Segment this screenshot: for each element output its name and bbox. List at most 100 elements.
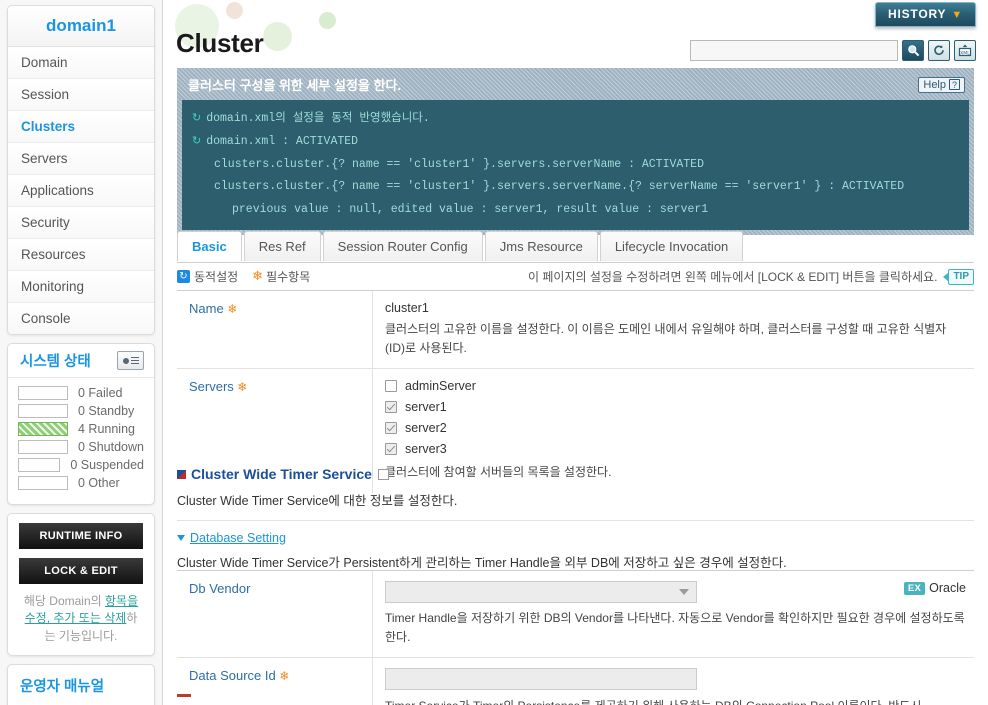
decorative-blob [226,2,243,19]
manual-title: 운영자 매뉴얼 [20,679,105,696]
message-line-text: previous value : null, edited value : se… [232,202,709,216]
form-value-data-source-id: Timer Service가 Timer의 Persistence를 제공하기 … [373,658,974,705]
message-line: clusters.cluster.{? name == 'cluster1' }… [192,176,959,198]
data-source-id-input[interactable] [385,668,697,691]
tab-res-ref[interactable]: Res Ref [243,231,321,261]
db-vendor-description: Timer Handle을 저장하기 위한 DB의 Vendor를 나타낸다. … [385,611,965,644]
sidebar-item-console[interactable]: Console [8,303,154,334]
database-setting-link[interactable]: Database Setting [190,531,286,545]
help-label: Help [923,78,946,91]
chevron-down-icon [679,589,689,595]
sidebar-item-security[interactable]: Security [8,207,154,239]
tab-basic[interactable]: Basic [177,231,242,261]
section-title-row: Cluster Wide Timer Service [177,466,974,482]
checkbox-checked-icon[interactable] [385,422,397,435]
form-label-text: Data Source Id [189,668,276,684]
checkbox-checked-icon[interactable] [385,443,397,456]
sidebar-item-servers[interactable]: Servers [8,143,154,175]
status-bar-shutdown [18,440,68,454]
status-row-shutdown: 0 Shutdown [18,440,144,454]
lock-edit-hint-text: 이 페이지의 설정을 수정하려면 왼쪽 메뉴에서 [LOCK & EDIT] 버… [527,270,938,284]
status-label-shutdown: 0 Shutdown [77,440,144,454]
decorative-blob [263,22,292,51]
domain-title: domain1 [8,6,154,47]
sidebar-item-monitoring[interactable]: Monitoring [8,271,154,303]
sidebar-item-resources[interactable]: Resources [8,239,154,271]
runtime-info-button[interactable]: RUNTIME INFO [19,523,143,549]
legend-dynamic: ↻ 동적설정 [177,268,238,285]
tip-badge[interactable]: TIP [943,268,974,285]
sidebar: domain1 Domain Session Clusters Servers … [0,0,163,705]
checkbox-icon[interactable] [385,380,397,393]
status-row-standby: 0 Standby [18,404,144,418]
server-checkbox-label: server1 [405,400,447,415]
server-checkbox-server2[interactable]: server2 [385,421,966,435]
status-label-failed: 0 Failed [78,386,123,400]
lock-edit-note: 해당 Domain의 항목을 수정, 추가 또는 삭제하는 기능입니다. [8,593,154,655]
section-checkbox[interactable] [377,468,389,480]
manual-card: 운영자 매뉴얼 Domain Server 더보기 [7,664,155,705]
cluster-wide-timer-service-section: Cluster Wide Timer Service Cluster Wide … [177,466,974,571]
status-row-failed: 0 Failed [18,386,144,400]
server-checkbox-label: server2 [405,421,447,436]
application-window: domain1 Domain Session Clusters Servers … [0,0,988,705]
status-row-other: 0 Other [18,476,144,490]
chevron-down-icon: ▼ [951,9,963,21]
form-label-name: Name ❄ [177,291,373,369]
message-line-text: clusters.cluster.{? name == 'cluster1' }… [214,180,905,194]
server-checkbox-server3[interactable]: server3 [385,442,966,456]
status-bar-running [18,422,68,436]
checkbox-checked-icon[interactable] [385,401,397,414]
tab-lifecycle-invocation[interactable]: Lifecycle Invocation [599,231,744,261]
status-label-running: 4 Running [78,422,135,436]
message-panel: 클러스터 구성을 위한 세부 설정을 한다. Help ? ↻ domain.xm… [177,68,974,236]
status-label-standby: 0 Standby [78,404,135,418]
section-title: Cluster Wide Timer Service [191,466,372,482]
status-bar-suspended [18,458,61,472]
sidebar-item-applications[interactable]: Applications [8,175,154,207]
search-input[interactable] [690,40,898,61]
status-bar-standby [18,404,68,418]
server-checkbox-server1[interactable]: server1 [385,400,966,414]
decorative-blob [319,12,336,29]
name-description: 클러스터의 고유한 이름을 설정한다. 이 이름은 도메인 내에서 유일해야 하… [385,322,947,355]
server-checkbox-adminserver[interactable]: adminServer [385,379,966,393]
system-status-header: 시스템 상태 [8,344,154,378]
status-label-suspended: 0 Suspended [70,458,144,472]
form-label-text: Db Vendor [189,581,251,596]
database-setting-toggle[interactable]: Database Setting [177,531,974,545]
tab-jms-resource[interactable]: Jms Resource [484,231,598,261]
lock-note-pre: 해당 Domain의 [23,594,105,608]
tab-session-router-config[interactable]: Session Router Config [322,231,483,261]
sidebar-item-clusters[interactable]: Clusters [8,111,154,143]
question-mark-icon: ? [949,79,960,90]
sidebar-item-session[interactable]: Session [8,79,154,111]
monitor-icon[interactable] [117,351,144,370]
db-vendor-select-wrap [385,581,904,603]
message-line: ↻ domain.xml의 설정을 동적 반영했습니다. [192,107,959,130]
db-vendor-select[interactable] [385,581,697,603]
lock-and-edit-button[interactable]: LOCK & EDIT [19,558,143,584]
form-label-data-source-id: Data Source Id ❄ [177,658,373,705]
message-panel-frame: 클러스터 구성을 위한 세부 설정을 한다. Help ? ↻ domain.xm… [177,68,974,236]
system-status-title: 시스템 상태 [20,354,91,370]
history-button[interactable]: HISTORY ▼ [875,2,976,27]
db-vendor-example: EX Oracle [903,581,966,595]
message-line-text: clusters.cluster.{? name == 'cluster1' }… [214,157,704,171]
sidebar-item-domain[interactable]: Domain [8,47,154,79]
message-panel-header: 클러스터 구성을 위한 세부 설정을 한다. Help ? [182,73,969,100]
form-label-db-vendor: Db Vendor [177,571,373,658]
refresh-icon: ↻ [192,134,202,148]
search-icon[interactable] [902,40,924,61]
message-line-text: domain.xml : ACTIVATED [206,135,359,149]
asterisk-icon: ❄ [227,302,238,316]
xml-export-icon[interactable]: XML [954,40,976,61]
db-vendor-control-row: EX Oracle [385,581,966,603]
form-row-data-source-id: Data Source Id ❄ Timer Service가 Timer의 P… [177,657,974,705]
form-label-text: Servers [189,379,234,395]
reload-icon[interactable] [928,40,950,61]
message-panel-title: 클러스터 구성을 위한 세부 설정을 한다. [188,78,402,93]
status-bar-other [18,476,68,490]
history-label: HISTORY [888,7,947,21]
help-button[interactable]: Help ? [918,76,965,93]
